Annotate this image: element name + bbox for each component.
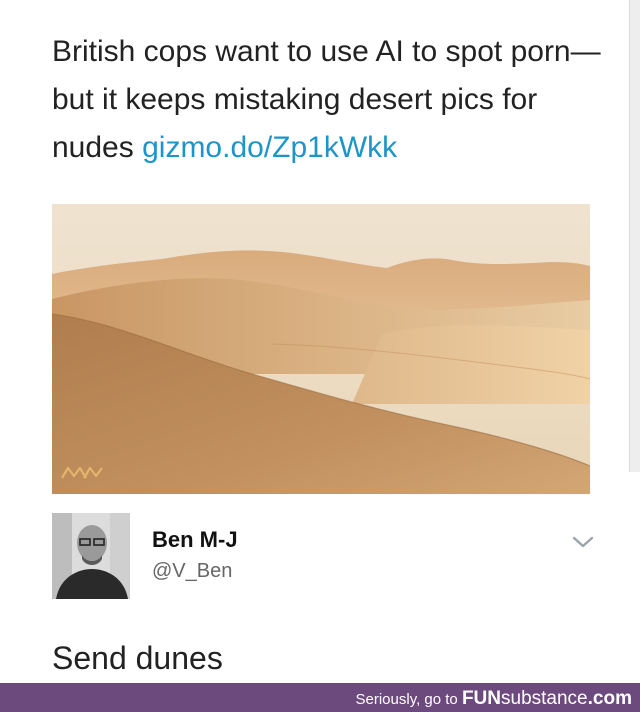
- chevron-down-icon[interactable]: [570, 532, 596, 552]
- footer-bar: Seriously, go to FUNsubstance.com: [0, 683, 640, 712]
- footer-brand-bold: FUN: [461, 688, 502, 709]
- desert-photo[interactable]: [52, 204, 590, 494]
- avatar-image: [52, 513, 130, 599]
- footer-prefix: Seriously, go to: [355, 691, 458, 708]
- footer-brand-rest: substance: [501, 688, 588, 709]
- tweet-text: British cops want to use AI to spot porn…: [52, 28, 612, 172]
- watermark-icon: [61, 466, 103, 479]
- footer-brand-suffix: .com: [587, 688, 632, 709]
- avatar[interactable]: [52, 513, 130, 599]
- desert-dunes-image: [52, 204, 590, 494]
- tweet-link[interactable]: gizmo.do/Zp1kWkk: [142, 131, 397, 164]
- scrollbar[interactable]: [629, 0, 640, 472]
- footer-text[interactable]: Seriously, go to FUNsubstance.com: [356, 688, 633, 710]
- reply-text: Send dunes: [52, 640, 223, 676]
- author-name[interactable]: Ben M-J: [152, 527, 238, 553]
- author-handle[interactable]: @V_Ben: [152, 560, 232, 583]
